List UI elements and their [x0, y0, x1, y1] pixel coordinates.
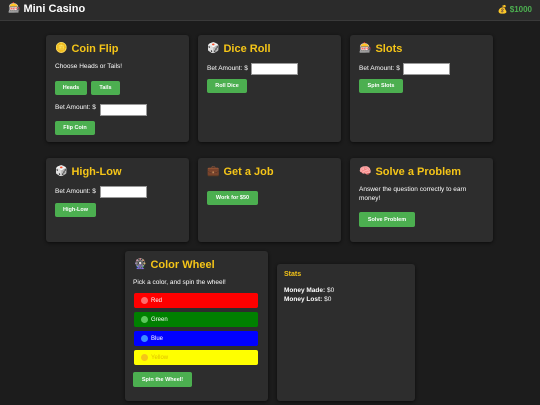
money-lost-label: Money Lost: — [284, 296, 323, 303]
color-wheel-title: 🎡 Color Wheel — [134, 259, 215, 271]
coin-flip-title: 🪙 Coin Flip — [55, 43, 119, 55]
app-brand: 🎰 Mini Casino — [8, 3, 85, 15]
slot-machine-icon: 🎰 — [359, 43, 372, 54]
dice-icon: 🎲 — [55, 166, 68, 177]
slots-title: 🎰 Slots — [359, 43, 402, 55]
coin-flip-title-text: Coin Flip — [71, 43, 119, 55]
problem-title-text: Solve a Problem — [375, 166, 462, 178]
money-bag-icon: 💰 — [497, 4, 508, 14]
dice-roll-title: 🎲 Dice Roll — [207, 43, 271, 55]
dice-roll-title-text: Dice Roll — [223, 43, 271, 55]
radio-icon — [141, 354, 148, 361]
stats-card: Stats Money Made: $0 Money Lost: $0 — [277, 264, 415, 401]
money-made-row: Money Made: $0 — [284, 287, 334, 294]
color-option-label: Red — [151, 297, 163, 304]
job-title: 💼 Get a Job — [207, 166, 274, 178]
money-made-label: Money Made: — [284, 287, 326, 294]
slots-title-text: Slots — [375, 43, 403, 55]
balance-value: $1000 — [509, 5, 532, 14]
coin-flip-bet-input[interactable] — [100, 104, 147, 116]
color-option-label: Green — [151, 316, 168, 323]
high-low-title: 🎲 High-Low — [55, 166, 122, 178]
high-low-bet-input[interactable] — [100, 186, 147, 198]
color-wheel-card: 🎡 Color Wheel Pick a color, and spin the… — [125, 251, 268, 401]
top-bar: 🎰 Mini Casino 💰 $1000 — [0, 0, 540, 21]
job-card: 💼 Get a Job Work for $50 — [198, 158, 341, 242]
spin-wheel-button[interactable]: Spin the Wheel! — [133, 372, 192, 387]
roll-dice-button[interactable]: Roll Dice — [207, 79, 247, 93]
coin-flip-prompt: Choose Heads or Tails! — [55, 63, 123, 70]
slots-bet-input[interactable] — [403, 63, 450, 75]
spin-slots-button[interactable]: Spin Slots — [359, 79, 403, 93]
solve-problem-button[interactable]: Solve Problem — [359, 212, 415, 227]
brain-icon: 🧠 — [359, 166, 372, 177]
problem-title: 🧠 Solve a Problem — [359, 166, 461, 178]
coin-flip-card: 🪙 Coin Flip Choose Heads or Tails! Heads… — [46, 35, 189, 142]
problem-description: Answer the question correctly to earn mo… — [359, 186, 467, 202]
money-made-value: $0 — [326, 287, 335, 294]
flip-coin-button[interactable]: Flip Coin — [55, 121, 95, 135]
color-option-yellow[interactable]: Yellow — [134, 350, 258, 365]
dice-roll-bet-input[interactable] — [251, 63, 298, 75]
high-low-title-text: High-Low — [71, 166, 122, 178]
color-option-blue[interactable]: Blue — [134, 331, 258, 346]
high-low-card: 🎲 High-Low Bet Amount: $ High-Low — [46, 158, 189, 242]
slots-card: 🎰 Slots Bet Amount: $ Spin Slots — [350, 35, 493, 142]
problem-card: 🧠 Solve a Problem Answer the question co… — [350, 158, 493, 242]
color-option-label: Blue — [151, 335, 164, 342]
money-lost-row: Money Lost: $0 — [284, 296, 331, 303]
briefcase-icon: 💼 — [207, 166, 220, 177]
tails-button[interactable]: Tails — [91, 81, 120, 95]
balance-display: 💰 $1000 — [498, 5, 532, 14]
color-wheel-prompt: Pick a color, and spin the wheel! — [133, 279, 226, 286]
color-wheel-title-text: Color Wheel — [150, 259, 215, 271]
coin-icon: 🪙 — [55, 43, 68, 54]
bet-label: Bet Amount: $ — [55, 104, 96, 111]
bet-label: Bet Amount: $ — [207, 65, 248, 72]
bet-label: Bet Amount: $ — [359, 65, 400, 72]
radio-icon — [141, 335, 148, 342]
color-option-red[interactable]: Red — [134, 293, 258, 308]
color-option-label: Yellow — [151, 354, 169, 361]
radio-icon — [141, 297, 148, 304]
color-option-green[interactable]: Green — [134, 312, 258, 327]
bet-label: Bet Amount: $ — [55, 188, 96, 195]
slot-machine-icon: 🎰 — [8, 3, 21, 14]
wheel-icon: 🎡 — [134, 259, 147, 270]
stats-title: Stats — [284, 271, 302, 278]
radio-icon — [141, 316, 148, 323]
heads-button[interactable]: Heads — [55, 81, 87, 95]
work-button[interactable]: Work for $50 — [207, 191, 258, 205]
app-title: Mini Casino — [23, 3, 86, 15]
job-title-text: Get a Job — [223, 166, 274, 178]
high-low-button[interactable]: High-Low — [55, 203, 96, 217]
dice-roll-card: 🎲 Dice Roll Bet Amount: $ Roll Dice — [198, 35, 341, 142]
money-lost-value: $0 — [324, 296, 332, 303]
dice-icon: 🎲 — [207, 43, 220, 54]
coin-flip-bet-row: Bet Amount: $ — [55, 104, 96, 113]
